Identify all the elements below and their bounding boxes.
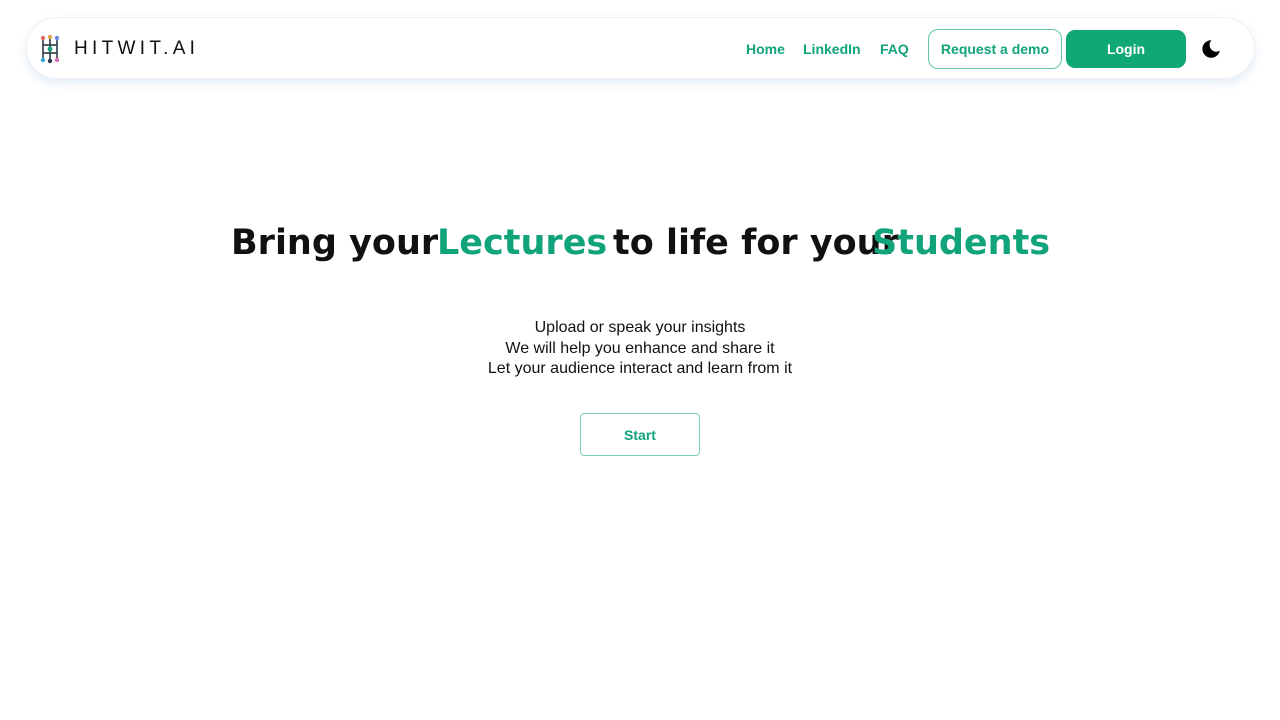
subtext-line-1: Upload or speak your insights (534, 319, 746, 336)
request-demo-button[interactable]: Request a demo (928, 29, 1062, 69)
top-navbar: HITWIT.AI Home LinkedIn FAQ Request a de… (26, 17, 1255, 79)
nav-link-linkedin[interactable]: LinkedIn (803, 18, 861, 80)
hero-text-1: Bring your (231, 223, 439, 263)
hero-text-2: to life for your (613, 223, 899, 263)
nav-link-faq[interactable]: FAQ (880, 18, 909, 80)
hero-subtext: Upload or speak your insights We will he… (0, 318, 1280, 380)
circuit-logo-icon (40, 34, 60, 64)
hero-accent-lectures: Lectures (437, 223, 608, 263)
subtext-line-3: Let your audience interact and learn fro… (487, 360, 793, 377)
brand[interactable]: HITWIT.AI (37, 34, 199, 64)
start-button[interactable]: Start (580, 413, 700, 456)
hero-accent-students: Students (872, 223, 1051, 263)
moon-icon (1202, 40, 1220, 58)
theme-toggle-button[interactable] (1199, 37, 1223, 61)
brand-name: HITWIT.AI (74, 38, 200, 59)
nav-link-home[interactable]: Home (746, 18, 785, 80)
login-button[interactable]: Login (1066, 30, 1186, 68)
subtext-line-2: We will help you enhance and share it (505, 339, 775, 357)
